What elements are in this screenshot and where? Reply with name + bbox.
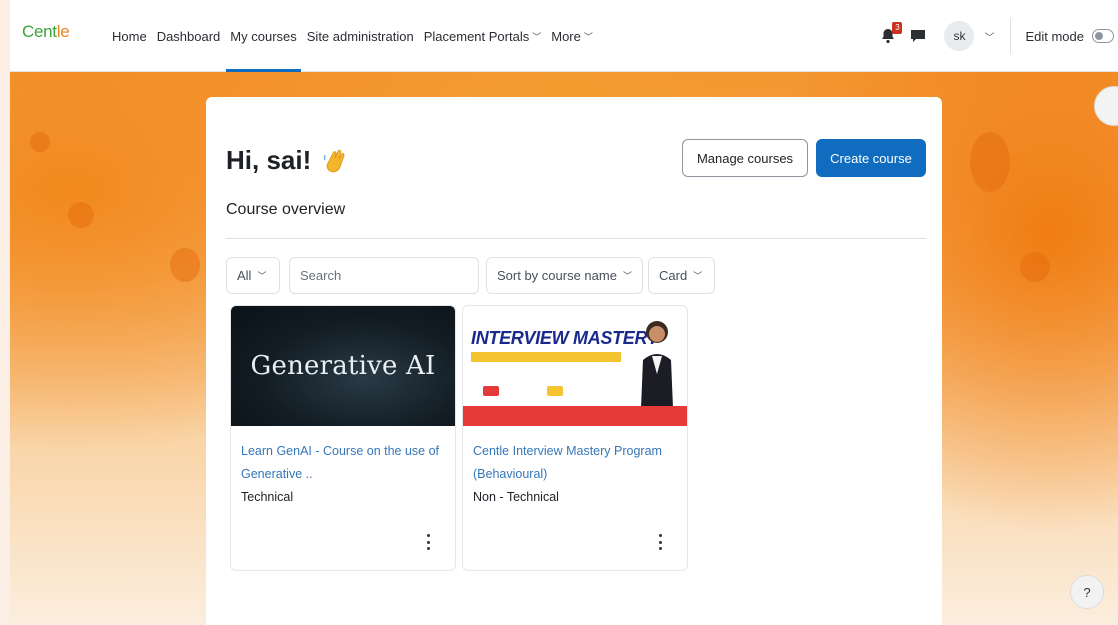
view-dropdown[interactable]: Card ﹀ (648, 257, 715, 294)
waving-hand-icon (324, 149, 345, 172)
nav-home[interactable]: Home (112, 0, 147, 72)
nav-placement-portals[interactable]: Placement Portals ﹀ (424, 0, 542, 72)
nav-site-administration[interactable]: Site administration (307, 0, 414, 72)
grouping-dropdown[interactable]: All ﹀ (226, 257, 280, 294)
notification-badge: 3 (892, 22, 903, 34)
promo-red-strip (463, 406, 687, 426)
chevron-down-icon: ﹀ (622, 271, 632, 281)
course-card[interactable]: INTERVIEW MASTERY Centle Interview Maste… (462, 305, 688, 571)
chevron-down-icon: ﹀ (583, 31, 593, 42)
chevron-down-icon: ﹀ (257, 271, 267, 281)
messages-button[interactable] (910, 29, 926, 43)
nav-my-courses[interactable]: My courses (226, 0, 302, 72)
course-category: Technical (241, 490, 294, 504)
help-button[interactable]: ? (1070, 575, 1104, 609)
nav-dashboard[interactable]: Dashboard (157, 0, 221, 72)
manage-courses-button[interactable]: Manage courses (682, 139, 808, 177)
course-image-title: INTERVIEW MASTERY (471, 328, 659, 348)
page-greeting: Hi, sai! (226, 145, 347, 176)
course-image-title: Generative AI (250, 351, 436, 381)
sort-dropdown[interactable]: Sort by course name ﹀ (486, 257, 643, 294)
app-frame: Centle Home Dashboard My courses Site ad… (10, 0, 1118, 625)
course-image[interactable]: Generative AI (231, 306, 455, 426)
promo-yellow-bar (471, 352, 621, 362)
user-avatar[interactable]: sk (944, 21, 975, 51)
course-name-link[interactable]: Learn GenAI - Course on the use of Gener… (241, 440, 449, 486)
course-card[interactable]: Generative AI Learn GenAI - Course on th… (230, 305, 456, 571)
top-navbar: Centle Home Dashboard My courses Site ad… (10, 0, 1118, 72)
promo-sticker (547, 386, 563, 396)
edit-mode-toggle[interactable] (1092, 29, 1114, 43)
user-navigation: 3 sk ﹀ Edit mode (880, 0, 1118, 72)
course-category: Non - Technical (473, 490, 559, 504)
course-actions-menu-icon[interactable] (655, 534, 665, 550)
chevron-down-icon: ﹀ (693, 271, 703, 281)
create-course-button[interactable]: Create course (816, 139, 926, 177)
course-search-input[interactable] (289, 257, 479, 294)
chat-icon (911, 30, 926, 42)
section-divider (226, 238, 926, 239)
notifications-button[interactable]: 3 (880, 22, 903, 44)
site-logo[interactable]: Centle (22, 22, 70, 42)
chevron-down-icon: ﹀ (532, 31, 542, 42)
nav-divider (1010, 18, 1012, 54)
chevron-down-icon[interactable]: ﹀ (984, 29, 994, 44)
nav-more[interactable]: More ﹀ (551, 0, 593, 72)
course-overview-heading: Course overview (226, 201, 346, 218)
edit-mode-label: Edit mode (1025, 28, 1084, 44)
presenter-photo (641, 321, 673, 408)
promo-sticker (483, 386, 499, 396)
course-image[interactable]: INTERVIEW MASTERY (463, 306, 687, 426)
course-actions-menu-icon[interactable] (423, 534, 433, 550)
primary-navigation: Home Dashboard My courses Site administr… (112, 0, 603, 72)
course-name-link[interactable]: Centle Interview Mastery Program (Behavi… (473, 440, 681, 486)
main-content-card: Hi, sai! Manage courses Create course Co… (206, 97, 942, 625)
